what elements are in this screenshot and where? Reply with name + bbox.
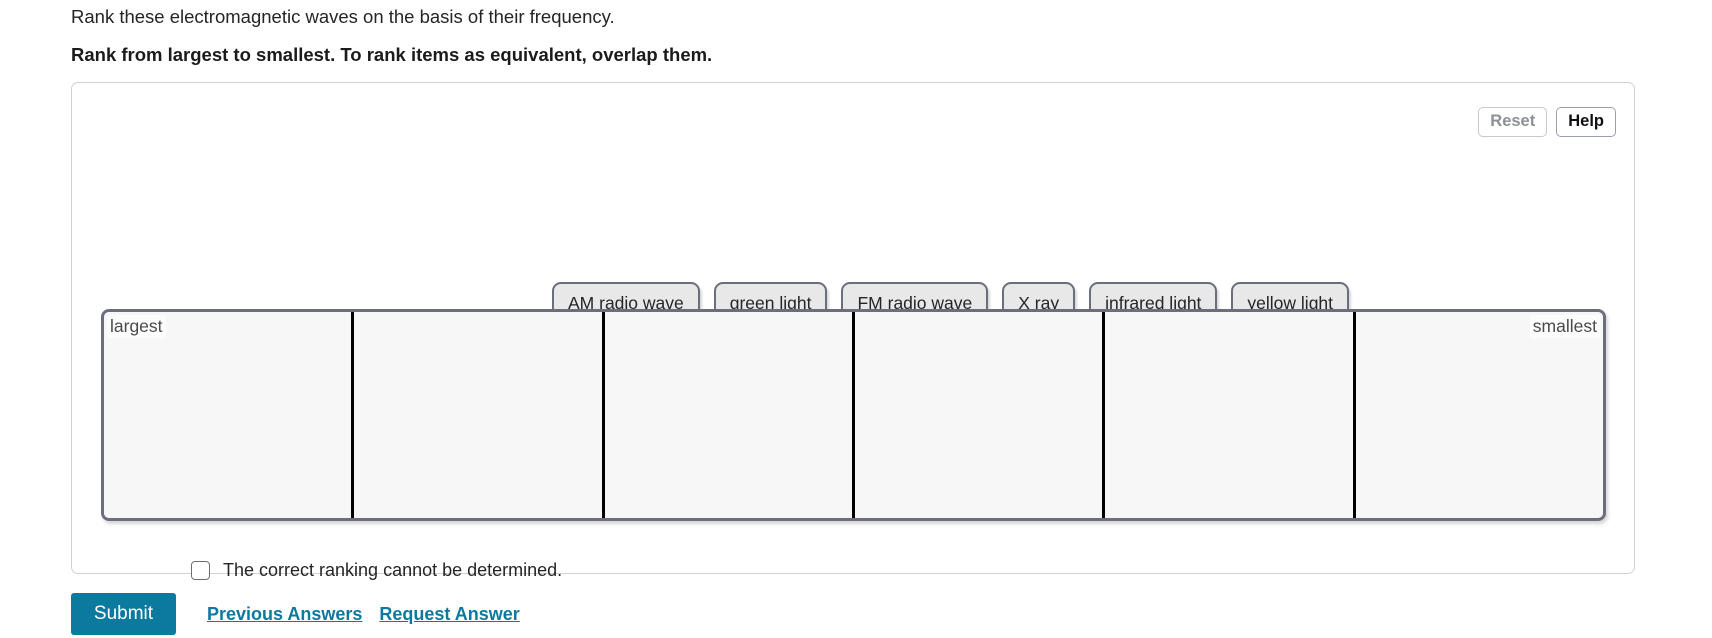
- ranking-bin-6[interactable]: smallest: [1355, 312, 1603, 518]
- help-button[interactable]: Help: [1556, 107, 1616, 137]
- ranking-bin-3[interactable]: [604, 312, 855, 518]
- undetermined-row: The correct ranking cannot be determined…: [191, 560, 562, 581]
- cannot-be-determined-label: The correct ranking cannot be determined…: [223, 560, 563, 580]
- ranking-bin-4[interactable]: [854, 312, 1106, 518]
- bin-label-smallest: smallest: [1529, 315, 1600, 338]
- question-prompt: Rank these electromagnetic waves on the …: [71, 6, 615, 27]
- ranking-bins: largest smallest: [101, 309, 1606, 521]
- ranking-bin-1[interactable]: largest: [104, 312, 355, 518]
- ranking-activity-panel: Reset Help AM radio wave green light FM …: [71, 82, 1635, 580]
- ranking-bin-2[interactable]: [354, 312, 605, 518]
- footer-actions: Submit Previous Answers Request Answer: [71, 593, 520, 635]
- bin-label-largest: largest: [107, 315, 166, 338]
- panel-toolbar: Reset Help: [1478, 107, 1616, 137]
- previous-answers-link[interactable]: Previous Answers: [207, 604, 362, 625]
- cannot-be-determined-checkbox[interactable]: [191, 561, 210, 580]
- submit-button[interactable]: Submit: [71, 593, 176, 635]
- ranking-bin-5[interactable]: [1105, 312, 1356, 518]
- reset-button[interactable]: Reset: [1478, 107, 1548, 137]
- ranking-instruction: Rank from largest to smallest. To rank i…: [71, 44, 713, 65]
- request-answer-link[interactable]: Request Answer: [379, 604, 519, 625]
